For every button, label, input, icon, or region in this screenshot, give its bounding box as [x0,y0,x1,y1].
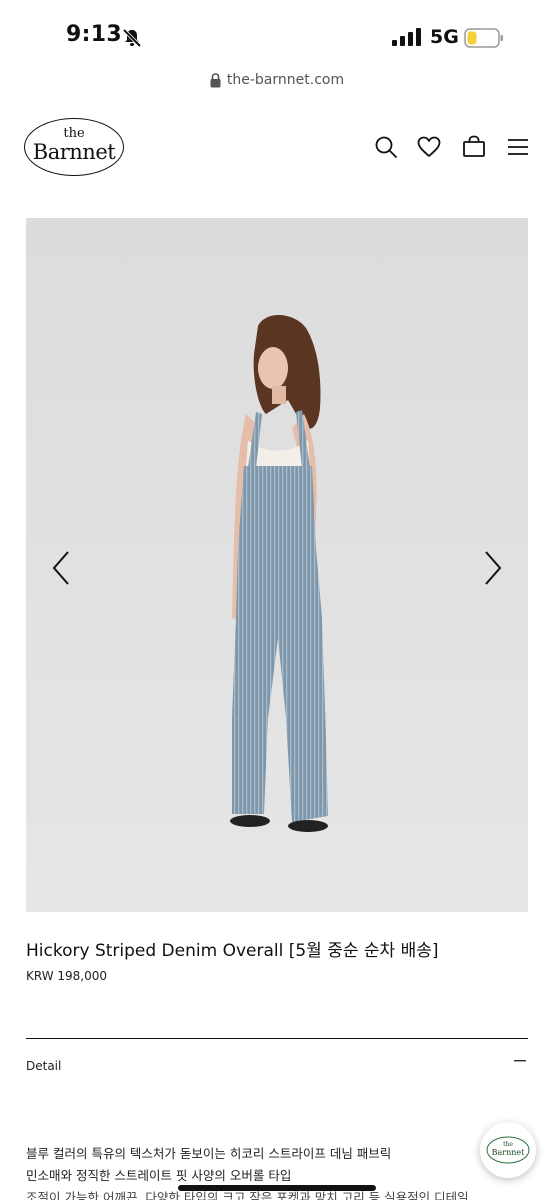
chevron-left-icon[interactable] [46,548,76,588]
chat-button[interactable]: the Barnnet [480,1122,536,1178]
status-time: 9:13 [66,22,122,47]
site-header: the Barnnet [0,112,554,182]
address-bar[interactable]: the-barnnet.com [0,72,554,96]
brand-logo[interactable]: the Barnnet [24,118,126,178]
chevron-right-icon[interactable] [478,548,508,588]
url-text: the-barnnet.com [226,72,345,88]
logo-name: Barnnet [32,140,116,164]
product-image [26,218,528,912]
minus-icon[interactable] [514,1060,526,1062]
status-bar: 9:13 5G [0,0,554,70]
fab-logo-the: the [503,1141,513,1148]
battery-low-icon [464,28,503,48]
shopping-bag-icon[interactable] [461,134,487,160]
signal-bars-icon [392,28,421,46]
brand-logo-mini: the Barnnet [486,1136,530,1164]
description-line: 블루 컬러의 특유의 텍스처가 돋보이는 히코리 스트라이프 데님 패브릭 [26,1146,392,1161]
detail-section-label[interactable]: Detail [26,1059,61,1073]
logo-the: the [63,126,85,141]
product-description: 블루 컬러의 특유의 텍스처가 돋보이는 히코리 스트라이프 데님 패브릭 민소… [26,1143,496,1200]
search-icon[interactable] [373,134,399,160]
lock-icon [210,72,221,87]
product-price: KRW 198,000 [26,969,108,983]
network-type: 5G [430,26,459,48]
menu-icon[interactable] [505,134,531,160]
home-indicator [178,1185,376,1191]
section-divider [26,1038,528,1039]
product-title: Hickory Striped Denim Overall [5월 중순 순차 … [26,941,439,961]
description-line: 민소매와 정직한 스트레이트 핏 사양의 오버롤 타입 [26,1168,292,1183]
fab-logo-name: Barnnet [492,1148,526,1157]
bell-slash-icon [122,28,142,48]
heart-icon[interactable] [416,134,442,160]
product-image-gallery[interactable] [26,218,528,912]
